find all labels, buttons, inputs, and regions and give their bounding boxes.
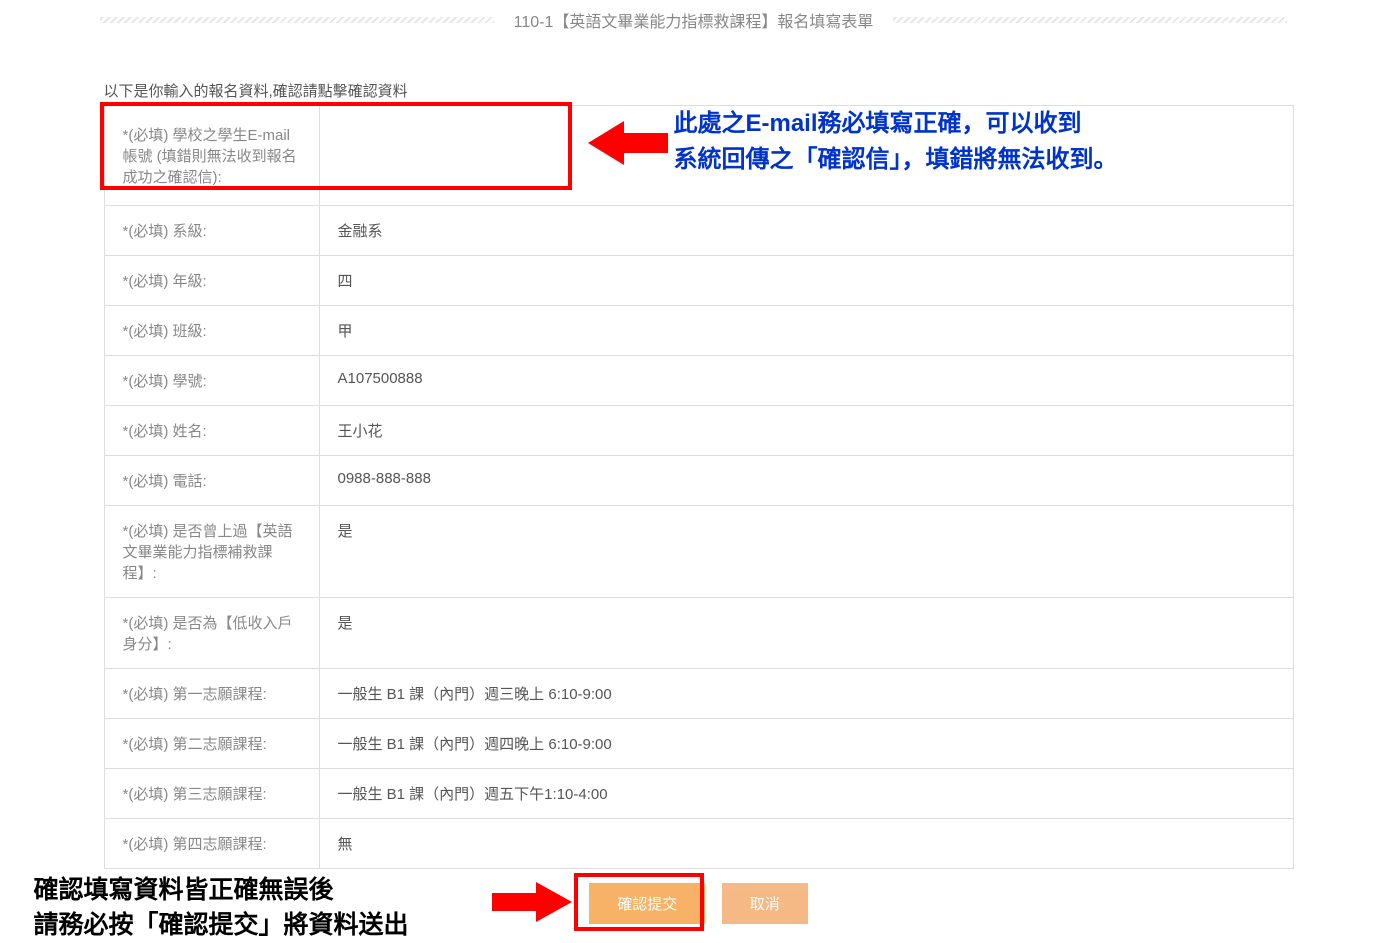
label-pref3: *(必填) 第三志願課程: bbox=[104, 769, 319, 819]
label-department: *(必填) 系級: bbox=[104, 206, 319, 256]
label-phone: *(必填) 電話: bbox=[104, 456, 319, 506]
table-row: *(必填) 第四志願課程: 無 bbox=[104, 819, 1293, 869]
value-phone: 0988-888-888 bbox=[319, 456, 1293, 506]
annotation-email-line1: 此處之E-mail務必填寫正確，可以收到 bbox=[674, 110, 1082, 137]
arrow-right-icon bbox=[492, 881, 572, 928]
intro-text: 以下是你輸入的報名資料,確認請點擊確認資料 bbox=[104, 80, 1294, 101]
label-pref1: *(必填) 第一志願課程: bbox=[104, 669, 319, 719]
value-grade: 四 bbox=[319, 256, 1293, 306]
arrow-left-icon bbox=[588, 118, 668, 168]
value-studentid: A107500888 bbox=[319, 356, 1293, 406]
label-email: *(必填) 學校之學生E-mail帳號 (填錯則無法收到報名成功之確認信): bbox=[104, 106, 319, 206]
table-row: *(必填) 學號: A107500888 bbox=[104, 356, 1293, 406]
label-grade: *(必填) 年級: bbox=[104, 256, 319, 306]
label-studentid: *(必填) 學號: bbox=[104, 356, 319, 406]
label-pref4: *(必填) 第四志願課程: bbox=[104, 819, 319, 869]
annotation-email: 此處之E-mail務必填寫正確，可以收到 系統回傳之「確認信」，填錯將無法收到。 bbox=[674, 106, 1118, 178]
confirmation-table: *(必填) 學校之學生E-mail帳號 (填錯則無法收到報名成功之確認信): *… bbox=[104, 105, 1294, 869]
value-pref4: 無 bbox=[319, 819, 1293, 869]
cancel-button[interactable]: 取消 bbox=[722, 883, 808, 924]
table-row: *(必填) 系級: 金融系 bbox=[104, 206, 1293, 256]
table-row: *(必填) 第一志願課程: 一般生 B1 課（內門）週三晚上 6:10-9:00 bbox=[104, 669, 1293, 719]
form-container: 以下是你輸入的報名資料,確認請點擊確認資料 *(必填) 學校之學生E-mail帳… bbox=[94, 80, 1294, 924]
page-header: 110-1【英語文畢業能力指標救課程】報名填寫表單 bbox=[0, 0, 1387, 40]
label-pref2: *(必填) 第二志願課程: bbox=[104, 719, 319, 769]
value-low-income: 是 bbox=[319, 598, 1293, 669]
value-prev-course: 是 bbox=[319, 506, 1293, 598]
button-row: 確認提交 取消 確認填寫資料皆正確無誤後 請務必按「確認提交」將資料送出 bbox=[104, 883, 1294, 924]
value-pref3: 一般生 B1 課（內門）週五下午1:10-4:00 bbox=[319, 769, 1293, 819]
table-row: *(必填) 第二志願課程: 一般生 B1 課（內門）週四晚上 6:10-9:00 bbox=[104, 719, 1293, 769]
decorative-hatch-right bbox=[893, 17, 1287, 23]
table-row: *(必填) 第三志願課程: 一般生 B1 課（內門）週五下午1:10-4:00 bbox=[104, 769, 1293, 819]
submit-button[interactable]: 確認提交 bbox=[589, 883, 705, 924]
table-row: *(必填) 電話: 0988-888-888 bbox=[104, 456, 1293, 506]
value-pref1: 一般生 B1 課（內門）週三晚上 6:10-9:00 bbox=[319, 669, 1293, 719]
table-row: *(必填) 班級: 甲 bbox=[104, 306, 1293, 356]
decorative-hatch-left bbox=[100, 17, 494, 23]
table-row: *(必填) 是否為【低收入戶身分】: 是 bbox=[104, 598, 1293, 669]
bottom-note-line1: 確認填寫資料皆正確無誤後 bbox=[34, 876, 334, 904]
label-class: *(必填) 班級: bbox=[104, 306, 319, 356]
table-row: *(必填) 年級: 四 bbox=[104, 256, 1293, 306]
table-row: *(必填) 姓名: 王小花 bbox=[104, 406, 1293, 456]
page-title: 110-1【英語文畢業能力指標救課程】報名填寫表單 bbox=[514, 8, 874, 32]
value-class: 甲 bbox=[319, 306, 1293, 356]
value-pref2: 一般生 B1 課（內門）週四晚上 6:10-9:00 bbox=[319, 719, 1293, 769]
bottom-note-line2: 請務必按「確認提交」將資料送出 bbox=[34, 911, 409, 939]
label-low-income: *(必填) 是否為【低收入戶身分】: bbox=[104, 598, 319, 669]
value-name: 王小花 bbox=[319, 406, 1293, 456]
table-row: *(必填) 是否曾上過【英語文畢業能力指標補救課程】: 是 bbox=[104, 506, 1293, 598]
value-department: 金融系 bbox=[319, 206, 1293, 256]
annotation-email-line2: 系統回傳之「確認信」，填錯將無法收到。 bbox=[674, 146, 1118, 173]
bottom-note: 確認填寫資料皆正確無誤後 請務必按「確認提交」將資料送出 bbox=[34, 873, 409, 943]
label-prev-course: *(必填) 是否曾上過【英語文畢業能力指標補救課程】: bbox=[104, 506, 319, 598]
label-name: *(必填) 姓名: bbox=[104, 406, 319, 456]
